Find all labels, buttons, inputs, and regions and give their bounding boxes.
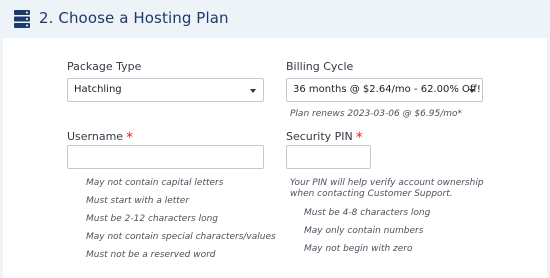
server-icon xyxy=(14,10,30,28)
section-header: 2. Choose a Hosting Plan xyxy=(0,0,550,38)
billing-cycle-value: 36 months @ $2.64/mo - 62.00% Off! xyxy=(293,84,481,95)
username-label: Username * xyxy=(67,128,134,146)
billing-cycle-label: Billing Cycle xyxy=(286,60,354,73)
chevron-down-icon xyxy=(469,89,475,93)
chevron-down-icon xyxy=(250,89,256,93)
username-rule: Must not be a reserved word xyxy=(86,250,216,260)
plan-renew-note: Plan renews 2023-03-06 @ $6.95/mo* xyxy=(290,109,462,119)
pin-help-text: when contacting Customer Support. xyxy=(290,189,453,199)
security-pin-input[interactable] xyxy=(286,145,371,169)
package-type-label: Package Type xyxy=(67,60,142,73)
pin-help-text: Your PIN will help verify account owners… xyxy=(290,178,484,188)
username-input[interactable] xyxy=(67,145,264,169)
pin-rule: May not begin with zero xyxy=(304,244,413,254)
package-type-value: Hatchling xyxy=(74,84,122,95)
username-rule: Must start with a letter xyxy=(86,196,190,206)
username-rule: May not contain capital letters xyxy=(86,178,224,188)
pin-rule: Must be 4-8 characters long xyxy=(304,208,431,218)
package-type-select[interactable]: Hatchling xyxy=(67,78,264,102)
security-pin-label-text: Security PIN xyxy=(286,130,353,143)
security-pin-label: Security PIN * xyxy=(286,128,363,146)
billing-cycle-select[interactable]: 36 months @ $2.64/mo - 62.00% Off! xyxy=(286,78,483,102)
username-label-text: Username xyxy=(67,130,124,143)
hosting-plan-panel: Package Type Hatchling Billing Cycle 36 … xyxy=(3,38,547,278)
pin-rule: May only contain numbers xyxy=(304,226,424,236)
username-rule: May not contain special characters/value… xyxy=(86,232,276,242)
required-marker: * xyxy=(126,130,134,146)
section-title: 2. Choose a Hosting Plan xyxy=(39,9,229,27)
username-rule: Must be 2-12 characters long xyxy=(86,214,219,224)
required-marker: * xyxy=(355,130,363,146)
